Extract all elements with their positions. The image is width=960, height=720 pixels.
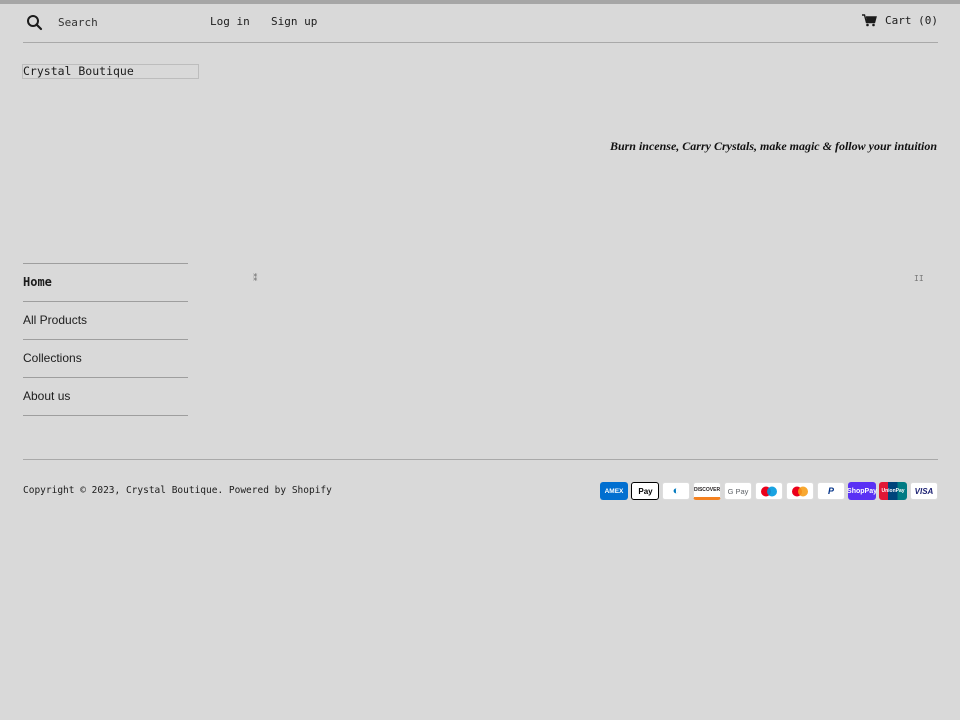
slideshow-prev-icon[interactable]: ⁑ [253,274,258,284]
sidebar-item-all-products[interactable]: All Products [23,302,188,340]
login-link[interactable]: Log in [210,15,250,28]
google-pay-icon: G Pay [724,482,752,500]
mastercard-icon [786,482,814,500]
sidebar-nav: Home All Products Collections About us [23,263,188,416]
search-input[interactable] [58,12,198,32]
maestro-icon [755,482,783,500]
search-icon[interactable] [26,14,44,32]
diners-club-icon: ◐ [662,482,690,500]
apple-pay-label: Pay [638,486,653,496]
store-tagline: Burn incense, Carry Crystals, make magic… [609,139,937,153]
unionpay-icon: UnionPay [879,482,907,500]
shop-pay-icon: ShopPay [847,482,877,500]
payment-icons: AMEX Pay ◐ DISCOVER G Pay P ShopPay Unio… [600,482,938,500]
visa-icon: VISA [910,482,938,500]
site-header: Log in Sign up Cart (0) [23,4,938,43]
paypal-icon: P [817,482,845,500]
amex-icon: AMEX [600,482,628,500]
sidebar-item-about-us[interactable]: About us [23,378,188,416]
store-logo[interactable]: Crystal Boutique [22,64,199,79]
cart-link[interactable]: Cart (0) [862,14,938,27]
discover-icon: DISCOVER [693,482,721,500]
footer-divider [23,459,938,460]
sidebar-item-home[interactable]: Home [23,264,188,302]
apple-pay-icon: Pay [631,482,659,500]
sidebar-item-collections[interactable]: Collections [23,340,188,378]
cart-icon [862,14,877,27]
signup-link[interactable]: Sign up [271,15,317,28]
cart-label: Cart (0) [885,14,938,27]
copyright-text: Copyright © 2023, Crystal Boutique. Powe… [23,485,332,496]
slideshow-pause-icon[interactable]: II [914,274,924,283]
